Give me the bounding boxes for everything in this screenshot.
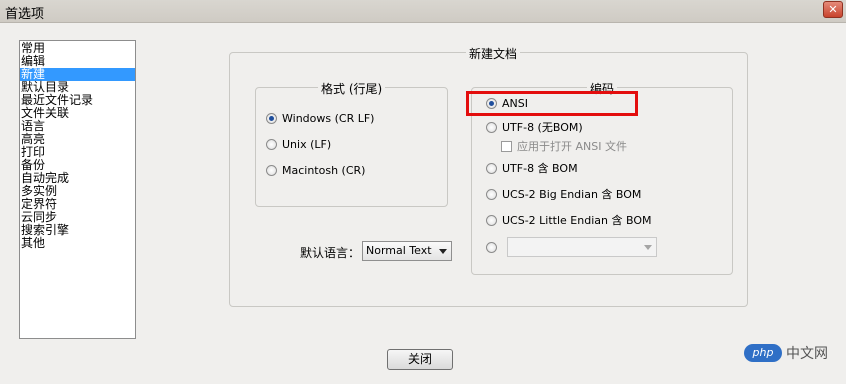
encoding-option-ucs2-le[interactable]: UCS-2 Little Endian 含 BOM (486, 212, 651, 228)
encoding-option-label: UTF-8 含 BOM (502, 162, 578, 175)
other-encoding-select[interactable] (507, 237, 657, 257)
encoding-option-utf8-bom[interactable]: UTF-8 含 BOM (486, 160, 578, 176)
format-option-windows[interactable]: Windows (CR LF) (266, 110, 374, 126)
category-item[interactable]: 其他 (20, 237, 135, 250)
chevron-down-icon (439, 249, 447, 254)
close-window-button[interactable]: ✕ (823, 1, 843, 18)
encoding-option-label: UCS-2 Big Endian 含 BOM (502, 188, 642, 201)
default-language-value: Normal Text (366, 244, 432, 257)
apply-ansi-checkbox-row[interactable]: 应用于打开 ANSI 文件 (501, 138, 627, 154)
encoding-radio-3[interactable] (486, 188, 497, 200)
format-option-label: Macintosh (CR) (282, 163, 366, 177)
format-option-unix[interactable]: Unix (LF) (266, 136, 331, 152)
encoding-radio-5[interactable] (486, 241, 497, 253)
annotation-highlight-box (466, 91, 638, 116)
default-language-label: 默认语言： (300, 246, 361, 260)
format-option-mac[interactable]: Macintosh (CR) (266, 162, 365, 178)
window-title: 首选项 (5, 7, 45, 22)
format-title: 格式 (行尾) (318, 80, 386, 97)
encoding-radio-1[interactable] (486, 121, 497, 133)
close-button[interactable]: 关闭 (387, 349, 453, 370)
apply-ansi-label: 应用于打开 ANSI 文件 (517, 140, 627, 153)
php-logo: php (744, 344, 782, 362)
format-radio-0[interactable] (266, 112, 277, 124)
format-radio-2[interactable] (266, 164, 277, 176)
encoding-option-other[interactable] (486, 239, 502, 255)
format-option-label: Windows (CR LF) (282, 111, 375, 125)
format-radio-1[interactable] (266, 138, 277, 150)
encoding-option-ucs2-be[interactable]: UCS-2 Big Endian 含 BOM (486, 186, 641, 202)
format-option-label: Unix (LF) (282, 137, 332, 151)
category-list[interactable]: 常用 编辑 新建 默认目录 最近文件记录 文件关联 语言 高亮 打印 备份 自动完成 多实例 定界符 云同… (19, 40, 136, 339)
encoding-option-label: UCS-2 Little Endian 含 BOM (502, 214, 652, 227)
encoding-radio-2[interactable] (486, 162, 497, 174)
encoding-radio-4[interactable] (486, 214, 497, 226)
apply-ansi-checkbox[interactable] (501, 140, 512, 152)
new-document-title: 新建文档 (466, 45, 521, 62)
watermark: php 中文网 (744, 343, 828, 363)
default-language-select[interactable]: Normal Text (362, 241, 452, 261)
encoding-option-utf8-nobom[interactable]: UTF-8 (无BOM) (486, 119, 583, 135)
encoding-option-label: UTF-8 (无BOM) (502, 121, 583, 134)
watermark-text: 中文网 (786, 346, 828, 362)
title-bar: 首选项 ✕ (0, 0, 846, 23)
chevron-down-icon (644, 245, 652, 250)
